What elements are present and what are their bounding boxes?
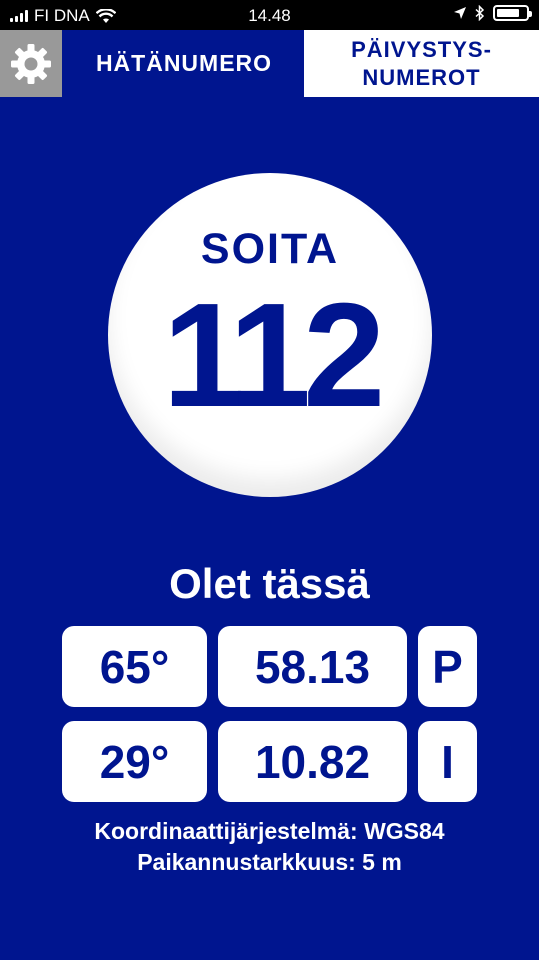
tab-on-call-numbers[interactable]: PÄIVYSTYS- NUMEROT <box>304 30 539 97</box>
latitude-minutes-value: 58.13 <box>254 640 371 693</box>
longitude-hemisphere-value: I <box>441 735 454 788</box>
latitude-hemisphere: P <box>418 626 477 707</box>
longitude-degrees: 29° <box>62 721 207 802</box>
longitude-minutes-value: 10.82 <box>254 735 371 788</box>
call-label: SOITA <box>200 225 340 273</box>
latitude-degrees: 65° <box>62 626 207 707</box>
latitude-minutes: 58.13 <box>218 626 407 707</box>
bluetooth-icon <box>475 5 485 21</box>
tab-on-call-label-line1: PÄIVYSTYS- <box>351 36 492 62</box>
coordinate-system-text: Koordinaattijärjestelmä: WGS84 <box>94 818 445 844</box>
longitude-minutes: 10.82 <box>218 721 407 802</box>
call-112-button[interactable]: SOITA 112 <box>108 173 432 497</box>
tab-emergency-number[interactable]: HÄTÄNUMERO <box>66 30 302 97</box>
status-bar: FI DNA 14.48 <box>0 0 539 30</box>
tab-emergency-label: HÄTÄNUMERO <box>95 50 273 76</box>
emergency-number: 112 <box>162 273 386 438</box>
top-nav: HÄTÄNUMERO PÄIVYSTYS- NUMEROT <box>0 30 539 97</box>
latitude-hemisphere-value: P <box>432 640 463 693</box>
status-bar-right <box>453 5 532 21</box>
location-arrow-icon <box>454 7 466 19</box>
longitude-hemisphere: I <box>418 721 477 802</box>
battery-icon <box>493 5 532 21</box>
settings-button[interactable] <box>0 30 62 97</box>
tab-on-call-label-line2: NUMEROT <box>362 64 481 90</box>
battery-level-fill <box>497 9 519 17</box>
latitude-degrees-value: 65° <box>99 640 170 693</box>
gear-icon <box>11 43 51 84</box>
longitude-degrees-value: 29° <box>99 735 170 788</box>
location-title: Olet tässä <box>169 560 370 607</box>
accuracy-text: Paikannustarkkuus: 5 m <box>137 849 402 875</box>
